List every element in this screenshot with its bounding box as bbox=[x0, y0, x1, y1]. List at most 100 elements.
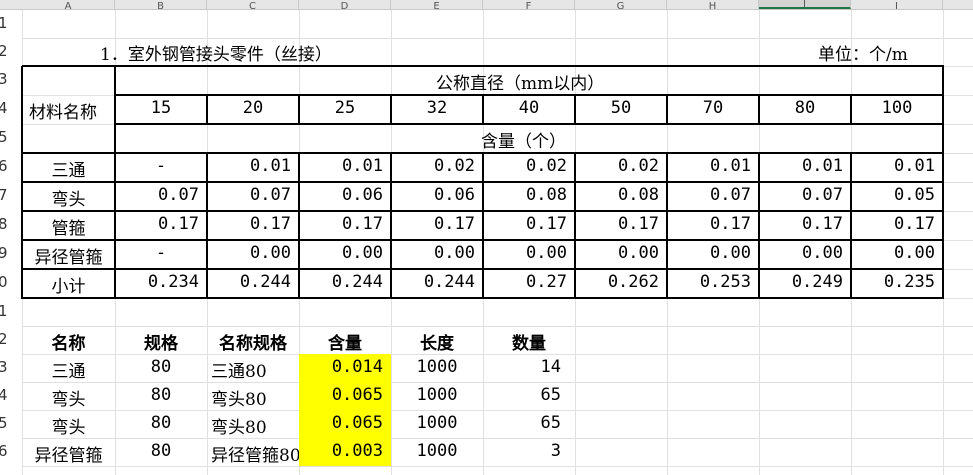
cell-value[interactable]: 0.02 bbox=[391, 156, 475, 176]
column-header-a[interactable]: A bbox=[22, 0, 115, 9]
cell-value[interactable]: 0.00 bbox=[299, 243, 383, 263]
cell-value[interactable]: 0.17 bbox=[483, 214, 567, 234]
row-header[interactable]: 2 bbox=[0, 330, 22, 348]
cell-value[interactable]: 0.00 bbox=[575, 243, 659, 263]
row-content[interactable]: 0.065 bbox=[299, 413, 383, 433]
cell-value[interactable]: 0.17 bbox=[391, 214, 475, 234]
row-header[interactable]: 1 bbox=[0, 302, 22, 320]
material-name[interactable]: 小计 bbox=[22, 272, 115, 297]
row-header[interactable]: 8 bbox=[0, 215, 22, 233]
cell-value[interactable]: 0.01 bbox=[299, 156, 383, 176]
diameter-32[interactable]: 32 bbox=[391, 98, 483, 118]
row-header[interactable]: 1 bbox=[0, 14, 22, 32]
row-header[interactable]: 0 bbox=[0, 273, 22, 291]
cell-value[interactable]: - bbox=[115, 243, 207, 263]
spreadsheet-grid[interactable]: A B C D E F G H I J 1 2 3 4 5 6 7 8 9 0 1 2 3 4 5 6 1．室外钢管接头零件（丝… bbox=[0, 0, 973, 475]
cell-value[interactable]: 0.07 bbox=[759, 185, 843, 205]
row-header[interactable]: 3 bbox=[0, 70, 22, 88]
cell-value[interactable]: 0.01 bbox=[851, 156, 935, 176]
cell-value[interactable]: 0.17 bbox=[851, 214, 935, 234]
diameter-100[interactable]: 100 bbox=[851, 98, 943, 118]
cell-value[interactable]: 0.07 bbox=[667, 185, 751, 205]
row-name-spec[interactable]: 三通80 bbox=[211, 357, 299, 382]
row-length[interactable]: 1000 bbox=[391, 357, 483, 377]
column-header-j[interactable]: J bbox=[851, 0, 943, 9]
cell-value[interactable]: 0.249 bbox=[759, 272, 843, 292]
row-spec[interactable]: 80 bbox=[115, 413, 207, 433]
column-header-i[interactable]: I bbox=[759, 0, 851, 9]
row-name[interactable]: 弯头 bbox=[22, 413, 115, 438]
material-name[interactable]: 管箍 bbox=[22, 214, 115, 239]
row-qty[interactable]: 65 bbox=[483, 385, 561, 405]
row-qty[interactable]: 65 bbox=[483, 413, 561, 433]
cell-value[interactable]: 0.00 bbox=[207, 243, 291, 263]
material-name[interactable]: 弯头 bbox=[22, 185, 115, 210]
material-name[interactable]: 异径管箍 bbox=[22, 243, 115, 268]
row-spec[interactable]: 80 bbox=[115, 385, 207, 405]
column-header-g[interactable]: G bbox=[575, 0, 667, 9]
cell-value[interactable]: 0.253 bbox=[667, 272, 751, 292]
row-header[interactable]: 7 bbox=[0, 186, 22, 204]
row-header-bar[interactable]: 1 2 3 4 5 6 7 8 9 0 1 2 3 4 5 6 bbox=[0, 10, 22, 475]
diameter-70[interactable]: 70 bbox=[667, 98, 759, 118]
cell-value[interactable]: 0.07 bbox=[207, 185, 291, 205]
row-content[interactable]: 0.065 bbox=[299, 385, 383, 405]
cell-value[interactable]: 0.01 bbox=[759, 156, 843, 176]
table2-header[interactable]: 长度 bbox=[391, 329, 483, 354]
cell-value[interactable]: 0.08 bbox=[575, 185, 659, 205]
row-header[interactable]: 9 bbox=[0, 244, 22, 262]
table2-header[interactable]: 名称规格 bbox=[207, 329, 299, 354]
cell-value[interactable]: 0.01 bbox=[207, 156, 291, 176]
cell-value[interactable]: 0.08 bbox=[483, 185, 567, 205]
content-header[interactable]: 含量（个） bbox=[481, 127, 566, 152]
cell-value[interactable]: 0.235 bbox=[851, 272, 935, 292]
cell-value[interactable]: 0.262 bbox=[575, 272, 659, 292]
cell-value[interactable]: 0.05 bbox=[851, 185, 935, 205]
table2-header[interactable]: 规格 bbox=[115, 329, 207, 354]
row-header[interactable]: 2 bbox=[0, 42, 22, 60]
cell-value[interactable]: 0.00 bbox=[667, 243, 751, 263]
row-spec[interactable]: 80 bbox=[115, 357, 207, 377]
unit-label[interactable]: 单位：个/m bbox=[818, 40, 908, 65]
diameter-25[interactable]: 25 bbox=[299, 98, 391, 118]
cell-value[interactable]: 0.02 bbox=[575, 156, 659, 176]
table2-header[interactable]: 数量 bbox=[483, 329, 575, 354]
row-spec[interactable]: 80 bbox=[115, 441, 207, 461]
row-header[interactable]: 5 bbox=[0, 128, 22, 146]
cell-value[interactable]: 0.00 bbox=[391, 243, 475, 263]
row-header[interactable]: 6 bbox=[0, 157, 22, 175]
cell-value[interactable]: 0.17 bbox=[575, 214, 659, 234]
cell-value[interactable]: 0.00 bbox=[851, 243, 935, 263]
cell-value[interactable]: 0.06 bbox=[391, 185, 475, 205]
column-header-h[interactable]: H bbox=[667, 0, 759, 9]
diameter-40[interactable]: 40 bbox=[483, 98, 575, 118]
column-header-b[interactable]: B bbox=[115, 0, 207, 9]
column-header-f[interactable]: F bbox=[483, 0, 575, 9]
diameter-20[interactable]: 20 bbox=[207, 98, 299, 118]
cell-value[interactable]: 0.01 bbox=[667, 156, 751, 176]
row-header[interactable]: 5 bbox=[0, 414, 22, 432]
row-qty[interactable]: 3 bbox=[483, 441, 561, 461]
diameter-header[interactable]: 公称直径（mm以内） bbox=[436, 69, 604, 94]
diameter-50[interactable]: 50 bbox=[575, 98, 667, 118]
row-name-spec[interactable]: 弯头80 bbox=[211, 413, 299, 438]
row-header[interactable]: 4 bbox=[0, 386, 22, 404]
cell-value[interactable]: 0.00 bbox=[483, 243, 567, 263]
cell-value[interactable]: 0.234 bbox=[115, 272, 199, 292]
material-name[interactable]: 三通 bbox=[22, 156, 115, 181]
cell-value[interactable]: 0.07 bbox=[115, 185, 199, 205]
cell-value[interactable]: 0.17 bbox=[759, 214, 843, 234]
row-name-spec[interactable]: 弯头80 bbox=[211, 385, 299, 410]
diameter-15[interactable]: 15 bbox=[115, 98, 207, 118]
table2-header[interactable]: 含量 bbox=[299, 329, 391, 354]
row-qty[interactable]: 14 bbox=[483, 357, 561, 377]
column-header-e[interactable]: E bbox=[391, 0, 483, 9]
cell-value[interactable]: 0.244 bbox=[207, 272, 291, 292]
row-header[interactable]: 4 bbox=[0, 99, 22, 117]
row-header[interactable]: 6 bbox=[0, 442, 22, 460]
column-header-bar[interactable]: A B C D E F G H I J bbox=[0, 0, 973, 10]
cell-value[interactable]: 0.17 bbox=[299, 214, 383, 234]
column-header-c[interactable]: C bbox=[207, 0, 299, 9]
cell-value[interactable]: 0.244 bbox=[299, 272, 383, 292]
diameter-80[interactable]: 80 bbox=[759, 98, 851, 118]
